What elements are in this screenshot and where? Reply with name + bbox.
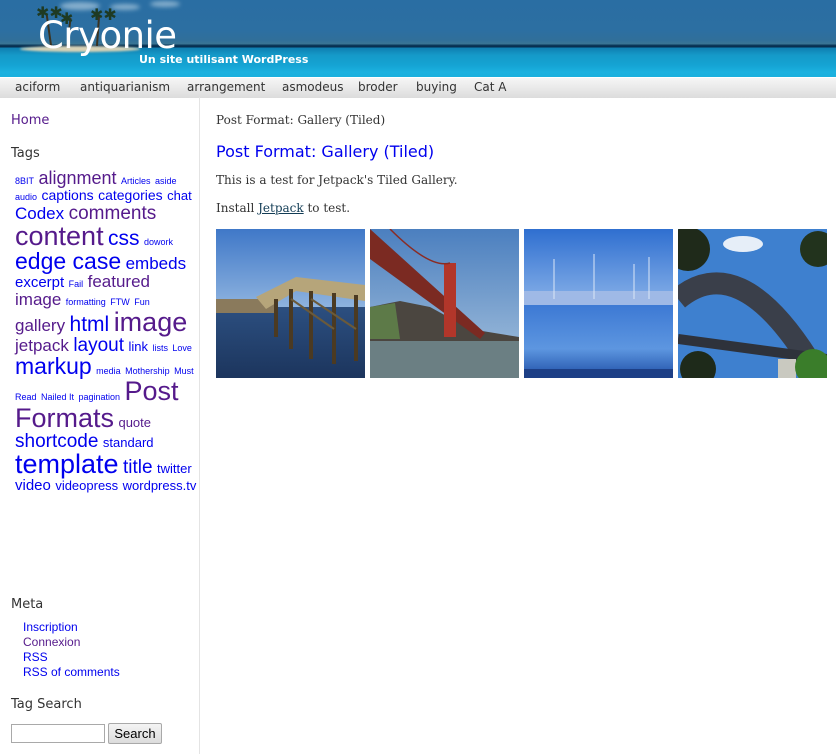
meta-link-connexion[interactable]: Connexion <box>23 635 120 650</box>
tag-link[interactable]: twitter <box>157 461 192 476</box>
meta-link-rss-comments[interactable]: RSS of comments <box>23 665 120 680</box>
tag-link[interactable]: css <box>108 227 140 250</box>
post-title[interactable]: Post Format: Gallery (Tiled) <box>216 142 434 161</box>
tag-link[interactable]: quote <box>118 415 151 430</box>
tag-link[interactable]: Nailed It <box>41 392 74 402</box>
tag-link[interactable]: link <box>128 339 148 354</box>
tag-link[interactable]: content <box>15 221 104 251</box>
breadcrumb: Post Format: Gallery (Tiled) <box>216 113 386 127</box>
site-title[interactable]: Cryonie <box>38 14 177 58</box>
gallery-image-pier[interactable] <box>216 229 365 378</box>
tag-link[interactable]: Post Formats <box>15 376 178 433</box>
tag-link[interactable]: media <box>96 366 121 376</box>
nav-item-asmodeus[interactable]: asmodeus <box>282 80 344 94</box>
golden-gate-image <box>370 229 519 378</box>
tag-link[interactable]: video <box>15 477 51 494</box>
nav-item-aciform[interactable]: aciform <box>15 80 60 94</box>
tag-link[interactable]: embeds <box>126 254 186 273</box>
gallery-image-golden-gate[interactable] <box>370 229 519 378</box>
tag-link[interactable]: FTW <box>110 297 130 307</box>
nav-item-cat-a[interactable]: Cat A <box>474 80 506 94</box>
tag-link[interactable]: excerpt <box>15 274 64 291</box>
meta-heading: Meta <box>11 597 44 612</box>
tag-link[interactable]: edge case <box>15 248 121 274</box>
category-nav: aciform antiquarianism arrangement asmod… <box>0 77 836 98</box>
tag-link[interactable]: audio <box>15 192 37 202</box>
tag-link[interactable]: template <box>15 449 119 479</box>
nav-item-buying[interactable]: buying <box>416 80 457 94</box>
install-text-after: to test. <box>303 201 351 215</box>
harbour-bridge-image <box>678 229 827 378</box>
tag-link[interactable]: pagination <box>78 392 120 402</box>
gallery-image-marina[interactable] <box>524 229 673 378</box>
cloud-decoration <box>150 1 180 7</box>
tag-link[interactable]: lists <box>152 343 168 353</box>
tag-link[interactable]: Love <box>172 343 192 353</box>
tag-link[interactable]: title <box>123 457 153 478</box>
tag-link[interactable]: wordpress.tv <box>123 478 197 493</box>
pier-image <box>216 229 365 378</box>
tag-link[interactable]: 8BIT <box>15 176 34 186</box>
meta-link-rss[interactable]: RSS <box>23 650 120 665</box>
tag-link[interactable]: standard <box>103 435 154 450</box>
tag-link[interactable]: videopress <box>55 478 118 493</box>
tag-link[interactable]: categories <box>98 187 163 203</box>
post-paragraph: This is a test for Jetpack's Tiled Galle… <box>216 173 458 187</box>
gallery-image-harbour-bridge[interactable] <box>678 229 827 378</box>
site-description: Un site utilisant WordPress <box>139 53 309 66</box>
tag-link[interactable]: markup <box>15 353 92 379</box>
tag-link[interactable]: dowork <box>144 237 173 247</box>
nav-item-antiquarianism[interactable]: antiquarianism <box>80 80 170 94</box>
tag-link[interactable]: Fail <box>69 279 84 289</box>
nav-item-broder[interactable]: broder <box>358 80 398 94</box>
install-text: Install <box>216 201 259 215</box>
tag-search-heading: Tag Search <box>11 697 82 712</box>
tag-link[interactable]: captions <box>41 187 93 203</box>
tag-link[interactable]: formatting <box>66 297 106 307</box>
tag-cloud: 8BIT alignment Articles aside audio capt… <box>15 169 197 494</box>
tag-search-input[interactable] <box>11 724 105 743</box>
jetpack-link[interactable]: Jetpack <box>258 201 304 215</box>
marina-image <box>524 229 673 378</box>
tag-link[interactable]: Articles <box>121 176 151 186</box>
post-paragraph-install: Install Jetpack to test. <box>216 201 350 215</box>
tags-heading: Tags <box>11 146 40 161</box>
tag-link[interactable]: Fun <box>134 297 150 307</box>
home-link[interactable]: Home <box>11 113 49 128</box>
tag-link[interactable]: chat <box>167 188 192 203</box>
meta-links: Inscription Connexion RSS RSS of comment… <box>23 620 120 680</box>
tag-search-button[interactable]: Search <box>108 723 162 744</box>
nav-item-arrangement[interactable]: arrangement <box>187 80 265 94</box>
tag-link[interactable]: Mothership <box>125 366 170 376</box>
meta-link-inscription[interactable]: Inscription <box>23 620 120 635</box>
site-header: ✱✱ ✱ ✱✱ Cryonie Un site utilisant WordPr… <box>0 0 836 77</box>
tag-link[interactable]: aside <box>155 176 177 186</box>
tag-link[interactable]: image <box>114 307 188 337</box>
tag-link[interactable]: gallery <box>15 316 65 335</box>
sidebar: Home Tags 8BIT alignment Articles aside … <box>0 97 200 754</box>
tag-link[interactable]: alignment <box>38 168 116 188</box>
tag-link[interactable]: html <box>70 313 110 336</box>
